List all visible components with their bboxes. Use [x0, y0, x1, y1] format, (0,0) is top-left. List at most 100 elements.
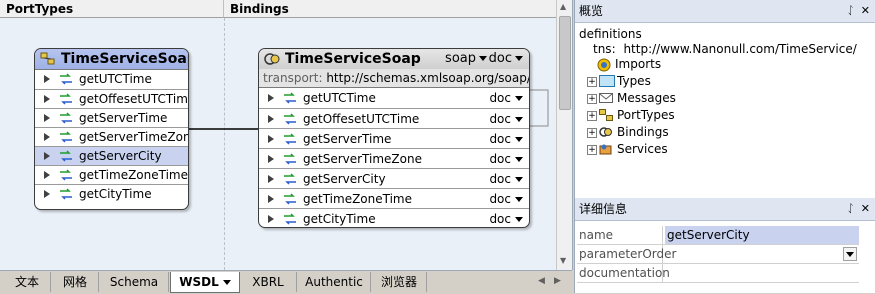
- tab-xbrl[interactable]: XBRL: [240, 272, 297, 292]
- tab-schema[interactable]: Schema: [100, 272, 169, 292]
- binding-box[interactable]: TimeServiceSoap soap doc transport: http…: [258, 48, 530, 228]
- dropdown-button[interactable]: [843, 247, 857, 261]
- operation-name: getUTCTime: [79, 72, 152, 86]
- expand-triangle-icon[interactable]: [268, 175, 274, 183]
- tree-root-definitions[interactable]: definitions: [579, 27, 642, 41]
- operation-style-select[interactable]: doc: [489, 169, 523, 189]
- messages-icon: [599, 92, 613, 104]
- bindings-icon: [599, 126, 613, 138]
- tree-item-porttypes[interactable]: + PortTypes: [587, 108, 807, 124]
- tab-浏览器[interactable]: 浏览器: [372, 272, 427, 292]
- binding-operation-row[interactable]: getServerTime doc: [259, 128, 529, 148]
- operation-icon: [283, 192, 297, 206]
- binding-protocol-select[interactable]: soap: [445, 49, 487, 69]
- expand-triangle-icon[interactable]: [44, 95, 50, 103]
- expand-plus-icon[interactable]: +: [587, 111, 597, 121]
- expand-triangle-icon[interactable]: [268, 215, 274, 223]
- expand-triangle-icon[interactable]: [268, 155, 274, 163]
- expand-triangle-icon[interactable]: [44, 152, 50, 160]
- expand-plus-icon[interactable]: +: [587, 94, 597, 104]
- expand-triangle-icon[interactable]: [268, 115, 274, 123]
- tab-authentic[interactable]: Authentic: [298, 272, 371, 292]
- binding-operation-row[interactable]: getServerCity doc: [259, 168, 529, 188]
- operation-style-value: doc: [489, 172, 511, 186]
- types-icon: [599, 75, 615, 87]
- operation-name: getTimeZoneTime: [303, 192, 412, 206]
- operation-style-select[interactable]: doc: [489, 88, 523, 108]
- close-icon[interactable]: ✕: [861, 198, 870, 220]
- details-pane: 详细信息 ᛇ ✕ name getServerCity parameterOrder…: [574, 198, 875, 293]
- binding-operation-row[interactable]: getOffesetUTCTime doc: [259, 108, 529, 128]
- property-value[interactable]: [665, 245, 859, 263]
- porttype-operation-row[interactable]: getServerCity: [35, 146, 188, 165]
- expand-triangle-icon[interactable]: [268, 135, 274, 143]
- property-row[interactable]: name getServerCity: [577, 226, 859, 245]
- operation-style-select[interactable]: doc: [489, 109, 523, 129]
- tree-item-bindings[interactable]: + Bindings: [587, 125, 807, 141]
- scroll-down-icon[interactable]: ▼: [560, 256, 566, 265]
- tab-scroll-left-icon[interactable]: ◀: [538, 276, 545, 286]
- property-name: name: [577, 226, 663, 244]
- expand-triangle-icon[interactable]: [268, 94, 274, 102]
- tab-网格[interactable]: 网格: [52, 272, 99, 292]
- porttype-operation-row[interactable]: getTimeZoneTime: [35, 165, 188, 184]
- chevron-down-icon[interactable]: [222, 280, 231, 285]
- operation-icon: [59, 92, 73, 106]
- tab-wsdl[interactable]: WSDL: [170, 272, 240, 293]
- tab-文本[interactable]: 文本: [4, 272, 51, 292]
- porttype-operation-row[interactable]: getOffesetUTCTime: [35, 89, 188, 108]
- porttypes-icon: [599, 109, 613, 121]
- binding-operation-row[interactable]: getServerTimeZone doc: [259, 148, 529, 168]
- expand-plus-icon[interactable]: +: [587, 145, 597, 155]
- expand-triangle-icon[interactable]: [44, 171, 50, 179]
- expand-triangle-icon[interactable]: [44, 133, 50, 141]
- porttype-operation-row[interactable]: getUTCTime: [35, 70, 188, 89]
- operation-icon: [283, 132, 297, 146]
- tree-item-types[interactable]: + Types: [587, 74, 807, 90]
- porttypes-column-header: PortTypes: [0, 0, 224, 18]
- scrollbar-thumb[interactable]: [559, 16, 571, 110]
- tab-scroll-right-icon[interactable]: ▶: [554, 276, 561, 286]
- pin-icon[interactable]: ᛇ: [847, 198, 854, 220]
- property-value[interactable]: [665, 264, 859, 282]
- tree-item-label: Services: [617, 142, 668, 156]
- operation-style-select[interactable]: doc: [489, 209, 523, 227]
- binding-operation-row[interactable]: getTimeZoneTime doc: [259, 188, 529, 208]
- property-row[interactable]: documentation: [577, 264, 859, 283]
- porttype-operation-row[interactable]: getServerTime: [35, 108, 188, 127]
- close-icon[interactable]: ✕: [861, 0, 870, 22]
- operation-icon: [59, 149, 73, 163]
- expand-triangle-icon[interactable]: [44, 114, 50, 122]
- pin-icon[interactable]: ᛇ: [847, 0, 854, 22]
- tree-item-imports[interactable]: Imports: [587, 57, 807, 73]
- property-row[interactable]: parameterOrder: [577, 245, 859, 264]
- operation-style-select[interactable]: doc: [489, 149, 523, 169]
- tree-item-messages[interactable]: + Messages: [587, 91, 807, 107]
- porttype-operation-row[interactable]: getServerTimeZone: [35, 127, 188, 146]
- expand-triangle-icon[interactable]: [44, 190, 50, 198]
- operation-style-select[interactable]: doc: [489, 189, 523, 209]
- vertical-scrollbar[interactable]: ▲ ▼: [556, 0, 572, 270]
- operation-icon: [59, 168, 73, 182]
- scroll-up-icon[interactable]: ▲: [560, 2, 566, 11]
- tab-label: XBRL: [252, 275, 284, 289]
- expand-triangle-icon[interactable]: [268, 195, 274, 203]
- porttype-box[interactable]: TimeServiceSoap getUTCTime getOffesetUTCT…: [34, 48, 189, 210]
- binding-box-header[interactable]: TimeServiceSoap soap doc: [259, 49, 529, 69]
- binding-operation-row[interactable]: getCityTime doc: [259, 208, 529, 227]
- porttype-box-header[interactable]: TimeServiceSoap: [35, 49, 188, 70]
- expand-plus-icon[interactable]: +: [587, 128, 597, 138]
- binding-style-select[interactable]: doc: [489, 49, 523, 69]
- operation-name: getServerTime: [79, 111, 168, 125]
- chevron-down-icon: [515, 96, 523, 101]
- tree-item-services[interactable]: + Services: [587, 142, 807, 158]
- expand-plus-icon[interactable]: +: [587, 77, 597, 87]
- porttype-operation-row[interactable]: getCityTime: [35, 184, 188, 203]
- operation-style-select[interactable]: doc: [489, 129, 523, 149]
- porttype-operations: getUTCTime getOffesetUTCTime getServerTime…: [35, 70, 188, 203]
- binding-operation-row[interactable]: getUTCTime doc: [259, 88, 529, 108]
- tab-label: WSDL: [179, 275, 219, 289]
- property-value[interactable]: getServerCity: [665, 226, 859, 244]
- design-canvas[interactable]: TimeServiceSoap getUTCTime getOffesetUTCT…: [0, 18, 556, 270]
- expand-triangle-icon[interactable]: [44, 75, 50, 83]
